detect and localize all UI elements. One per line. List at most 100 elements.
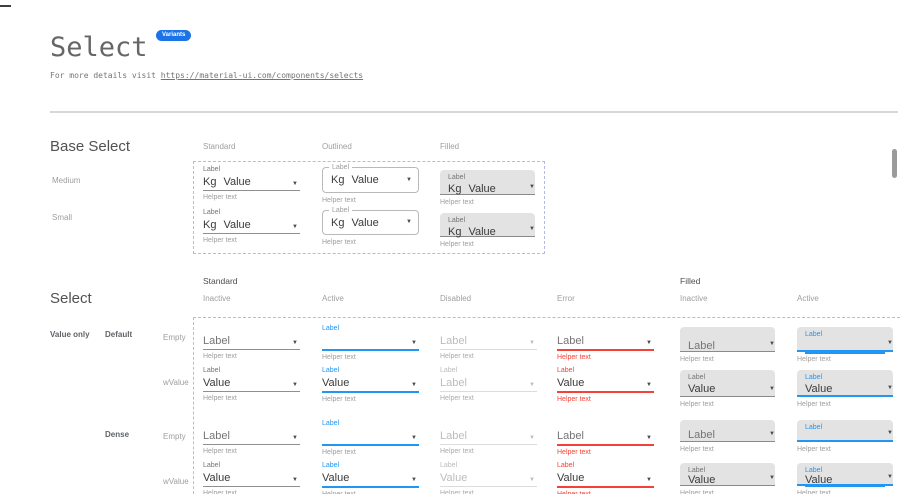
select-filled-default-wvalue-inactive[interactable]: Label Value ▼ Helper text bbox=[680, 370, 775, 408]
helper-text: Helper text bbox=[322, 239, 419, 246]
helper-text: Helper text bbox=[797, 401, 893, 408]
select-value: Value bbox=[203, 472, 230, 484]
helper-text: Helper text bbox=[203, 194, 300, 201]
select-field-filled-medium[interactable]: Label KgValue ▼ Helper text bbox=[440, 170, 535, 206]
select-dense-empty-inactive[interactable]: Label▼ Helper text bbox=[203, 419, 300, 455]
select-default-wvalue-disabled: Label Label▼ Helper text bbox=[440, 366, 537, 402]
select-value: Value bbox=[223, 219, 250, 231]
select-field-outlined-medium[interactable]: LabelKgValue▼ Helper text bbox=[322, 167, 419, 204]
select-value: Value bbox=[688, 383, 715, 395]
select-default-empty-disabled: Label▼ Helper text bbox=[440, 324, 537, 360]
subtitle: For more details visit https://material-… bbox=[50, 71, 363, 80]
select-filled-dense-empty-inactive[interactable]: Label ▼ Helper text bbox=[680, 420, 775, 453]
select-value: Label bbox=[557, 430, 584, 442]
select-value: Value bbox=[468, 226, 495, 238]
select-filled-dense-empty-active[interactable]: Label ▼ Helper text bbox=[797, 420, 893, 453]
select-dense-empty-active[interactable]: Label ▼ Helper text bbox=[322, 419, 419, 456]
base-col-filled: Filled bbox=[440, 142, 459, 151]
chevron-down-icon: ▼ bbox=[887, 474, 893, 480]
select-floating-label: Label bbox=[322, 366, 419, 375]
helper-text: Helper text bbox=[680, 401, 775, 408]
chevron-down-icon: ▼ bbox=[887, 385, 893, 391]
select-default-empty-inactive[interactable]: Label▼ Helper text bbox=[203, 324, 300, 360]
helper-text: Helper text bbox=[680, 490, 775, 494]
helper-text: Helper text bbox=[680, 446, 775, 453]
select-dense-wvalue-disabled: Label Value▼ Helper text bbox=[440, 461, 537, 494]
select-value: Label bbox=[440, 335, 467, 347]
chevron-down-icon: ▼ bbox=[411, 477, 417, 483]
select-dense-wvalue-inactive[interactable]: Label Value▼ Helper text bbox=[203, 461, 300, 494]
group-filled: Filled bbox=[680, 276, 700, 286]
select-field-outlined-small[interactable]: LabelKgValue▼ Helper text bbox=[322, 210, 419, 246]
header-divider bbox=[50, 111, 898, 113]
col-standard-inactive: Inactive bbox=[203, 294, 231, 303]
helper-text: Helper text bbox=[203, 353, 300, 360]
material-ui-link[interactable]: https://material-ui.com/components/selec… bbox=[161, 71, 363, 80]
select-floating-label: Label bbox=[322, 419, 419, 428]
select-value: Label bbox=[440, 430, 467, 442]
chevron-down-icon: ▼ bbox=[887, 430, 893, 436]
select-filled-default-empty-active[interactable]: Label ▼ Helper text bbox=[797, 327, 893, 363]
chevron-down-icon: ▼ bbox=[529, 184, 535, 190]
select-field-standard-small[interactable]: Label KgValue▼ Helper text bbox=[203, 208, 300, 244]
select-value: Value bbox=[322, 377, 349, 389]
select-value: Value bbox=[688, 474, 715, 486]
chevron-down-icon: ▼ bbox=[887, 340, 893, 346]
chevron-down-icon: ▼ bbox=[769, 386, 775, 392]
select-filled-dense-wvalue-inactive[interactable]: Label Value ▼ Helper text bbox=[680, 463, 775, 494]
chevron-down-icon: ▼ bbox=[411, 382, 417, 388]
col-filled-inactive: Inactive bbox=[680, 294, 708, 303]
helper-text: Helper text bbox=[322, 197, 419, 204]
select-floating-label: Label bbox=[322, 461, 419, 470]
base-col-standard: Standard bbox=[203, 142, 235, 151]
select-field-filled-small[interactable]: Label KgValue ▼ Helper text bbox=[440, 213, 535, 248]
select-adornment: Kg bbox=[203, 176, 216, 188]
chevron-down-icon: ▼ bbox=[769, 431, 775, 437]
select-value: Value bbox=[440, 472, 467, 484]
select-filled-default-empty-inactive[interactable]: Label ▼ Helper text bbox=[680, 327, 775, 363]
select-dense-wvalue-active[interactable]: Label Value▼ Helper text bbox=[322, 461, 419, 494]
select-dense-empty-error[interactable]: Label▼ Helper text bbox=[557, 419, 654, 456]
chevron-down-icon: ▼ bbox=[646, 340, 652, 346]
scrollbar-thumb[interactable] bbox=[892, 149, 897, 178]
helper-text: Helper text bbox=[797, 356, 893, 363]
select-value: Value bbox=[805, 474, 832, 486]
select-variants-page: Select Variants For more details visit h… bbox=[0, 0, 900, 494]
select-field-standard-medium[interactable]: Label KgValue▼ Helper text bbox=[203, 165, 300, 201]
select-floating-label: Label bbox=[557, 366, 654, 375]
row-group-dense: Dense bbox=[105, 430, 129, 439]
chevron-down-icon: ▼ bbox=[411, 340, 417, 346]
chevron-down-icon: ▼ bbox=[406, 177, 412, 183]
select-value: Value bbox=[557, 377, 584, 389]
select-floating-label: Label bbox=[440, 461, 537, 470]
select-default-empty-active[interactable]: Label ▼ Helper text bbox=[322, 324, 419, 361]
select-adornment: Kg bbox=[331, 217, 344, 229]
helper-text: Helper text bbox=[440, 241, 535, 248]
page-title: Select bbox=[50, 33, 148, 63]
base-select-title: Base Select bbox=[50, 138, 130, 155]
select-dense-empty-disabled: Label▼ Helper text bbox=[440, 419, 537, 455]
helper-text: Helper text bbox=[322, 449, 419, 456]
select-default-wvalue-active[interactable]: Label Value▼ Helper text bbox=[322, 366, 419, 403]
select-floating-label: Label bbox=[805, 373, 885, 382]
helper-text: Helper text bbox=[440, 353, 537, 360]
select-default-wvalue-inactive[interactable]: Label Value▼ Helper text bbox=[203, 366, 300, 402]
chevron-down-icon: ▼ bbox=[292, 435, 298, 441]
select-default-empty-error[interactable]: Label▼ Helper text bbox=[557, 324, 654, 361]
col-standard-error: Error bbox=[557, 294, 575, 303]
chevron-down-icon: ▼ bbox=[292, 224, 298, 230]
select-value: Label bbox=[688, 340, 715, 352]
select-filled-dense-wvalue-active[interactable]: Label Value ▼ Helper text bbox=[797, 463, 893, 494]
variants-badge[interactable]: Variants bbox=[156, 30, 191, 41]
helper-text: Helper text bbox=[797, 490, 893, 494]
select-dense-wvalue-error[interactable]: Label Value▼ Helper text bbox=[557, 461, 654, 494]
select-floating-label: Label bbox=[448, 216, 527, 225]
select-default-wvalue-error[interactable]: Label Value▼ Helper text bbox=[557, 366, 654, 403]
select-floating-label: Label bbox=[440, 366, 537, 375]
select-filled-default-wvalue-active[interactable]: Label Value ▼ Helper text bbox=[797, 370, 893, 408]
select-value: Value bbox=[322, 472, 349, 484]
helper-text: Helper text bbox=[440, 448, 537, 455]
select-value: Value bbox=[351, 174, 378, 186]
helper-text: Helper text bbox=[797, 446, 893, 453]
col-standard-active: Active bbox=[322, 294, 344, 303]
